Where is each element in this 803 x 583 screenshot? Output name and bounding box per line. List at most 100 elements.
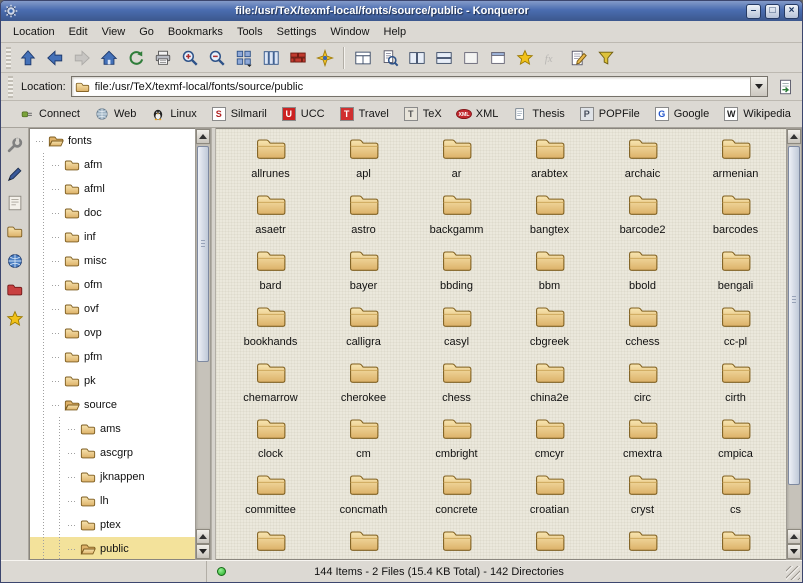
folder-item-arabtex[interactable]: arabtex xyxy=(503,135,596,191)
tree-scroll-up-button[interactable] xyxy=(196,129,210,144)
bookmark-ucc[interactable]: UUCC xyxy=(275,104,331,124)
zoom-out-button[interactable] xyxy=(204,45,230,71)
bookmark-silmaril[interactable]: SSilmaril xyxy=(205,104,273,124)
titlebar[interactable]: file:/usr/TeX/texmf-local/fonts/source/p… xyxy=(1,1,802,21)
theme-button[interactable] xyxy=(312,45,338,71)
folder-item-cirth[interactable]: cirth xyxy=(689,359,782,415)
forward-button[interactable] xyxy=(69,45,95,71)
main-scroll-thumb[interactable] xyxy=(788,146,800,485)
folder-item-cc-pl[interactable]: cc-pl xyxy=(689,303,782,359)
folder-item-apl[interactable]: apl xyxy=(317,135,410,191)
resize-grip[interactable] xyxy=(786,566,800,580)
folder-item-astro[interactable]: astro xyxy=(317,191,410,247)
folder-item-bbding[interactable]: bbding xyxy=(410,247,503,303)
main-scroll-up2-button[interactable] xyxy=(787,529,801,544)
sidebar-home-folder-button[interactable] xyxy=(3,220,27,244)
folder-item-armenian[interactable]: armenian xyxy=(689,135,782,191)
konqueror-icon[interactable] xyxy=(4,4,18,18)
tree-item-source[interactable]: source xyxy=(30,393,195,417)
location-dropdown-button[interactable] xyxy=(750,77,767,96)
find-file-button[interactable] xyxy=(377,45,403,71)
up-button[interactable] xyxy=(15,45,41,71)
folder-item-bangtex[interactable]: bangtex xyxy=(503,191,596,247)
location-toolbar-handle[interactable] xyxy=(8,76,13,98)
tree-item-ams[interactable]: ams xyxy=(30,417,195,441)
bookmark-web[interactable]: Web xyxy=(88,104,142,124)
tree-item-ovp[interactable]: ovp xyxy=(30,321,195,345)
folder-item-bbold[interactable]: bbold xyxy=(596,247,689,303)
sidebar-root-folder-button[interactable] xyxy=(3,278,27,302)
folder-item-archaic[interactable]: archaic xyxy=(596,135,689,191)
folder-item-partial[interactable] xyxy=(317,527,410,560)
folder-item-barcodes[interactable]: barcodes xyxy=(689,191,782,247)
menu-location[interactable]: Location xyxy=(6,23,62,41)
folder-item-partial[interactable] xyxy=(596,527,689,560)
folder-item-calligra[interactable]: calligra xyxy=(317,303,410,359)
folder-item-chess[interactable]: chess xyxy=(410,359,503,415)
folder-item-chemarrow[interactable]: chemarrow xyxy=(224,359,317,415)
new-frame-button[interactable] xyxy=(485,45,511,71)
html-bricks-button[interactable] xyxy=(285,45,311,71)
menu-settings[interactable]: Settings xyxy=(270,23,324,41)
tree-scroll-down-button[interactable] xyxy=(196,544,210,559)
bookmark-connect[interactable]: Connect xyxy=(13,104,86,124)
folder-item-partial[interactable] xyxy=(503,527,596,560)
folder-item-barcode2[interactable]: barcode2 xyxy=(596,191,689,247)
folder-item-bard[interactable]: bard xyxy=(224,247,317,303)
tree-item-ascgrp[interactable]: ascgrp xyxy=(30,441,195,465)
folder-item-casyl[interactable]: casyl xyxy=(410,303,503,359)
reload-button[interactable] xyxy=(123,45,149,71)
folder-item-cmbright[interactable]: cmbright xyxy=(410,415,503,471)
folder-item-partial[interactable] xyxy=(224,527,317,560)
tree-item-pk[interactable]: pk xyxy=(30,369,195,393)
main-scroll-down-button[interactable] xyxy=(787,544,801,559)
location-input[interactable] xyxy=(93,77,750,96)
folder-item-cherokee[interactable]: cherokee xyxy=(317,359,410,415)
folder-item-concmath[interactable]: concmath xyxy=(317,471,410,527)
menu-help[interactable]: Help xyxy=(377,23,414,41)
folder-item-cryst[interactable]: cryst xyxy=(596,471,689,527)
toolbar-handle[interactable] xyxy=(6,47,11,69)
folder-item-allrunes[interactable]: allrunes xyxy=(224,135,317,191)
tree-scroll-track[interactable] xyxy=(196,144,210,529)
folder-item-backgamm[interactable]: backgamm xyxy=(410,191,503,247)
folder-item-croatian[interactable]: croatian xyxy=(503,471,596,527)
print-button[interactable] xyxy=(150,45,176,71)
folder-item-cchess[interactable]: cchess xyxy=(596,303,689,359)
tree-item-afml[interactable]: afml xyxy=(30,177,195,201)
back-button[interactable] xyxy=(42,45,68,71)
tree-item-doc[interactable]: doc xyxy=(30,201,195,225)
tree-item-ptex[interactable]: ptex xyxy=(30,513,195,537)
zoom-in-button[interactable] xyxy=(177,45,203,71)
menu-go[interactable]: Go xyxy=(132,23,161,41)
bookmark-linux[interactable]: Linux xyxy=(144,104,202,124)
maximize-button[interactable]: □ xyxy=(765,4,780,19)
split-view-left-right-button[interactable] xyxy=(404,45,430,71)
sidebar-bookmarks-button[interactable] xyxy=(3,162,27,186)
tree-item-ofm[interactable]: ofm xyxy=(30,273,195,297)
folder-item-clock[interactable]: clock xyxy=(224,415,317,471)
folder-item-committee[interactable]: committee xyxy=(224,471,317,527)
folder-item-ar[interactable]: ar xyxy=(410,135,503,191)
tree-scroll-thumb[interactable] xyxy=(197,146,209,362)
tree-item-jknappen[interactable]: jknappen xyxy=(30,465,195,489)
multicolumn-view-button[interactable] xyxy=(258,45,284,71)
folder-item-partial[interactable] xyxy=(689,527,782,560)
sidebar-history-button[interactable] xyxy=(3,191,27,215)
tree-item-public[interactable]: public xyxy=(30,537,195,560)
folder-item-cs[interactable]: cs xyxy=(689,471,782,527)
tree-item-misc[interactable]: misc xyxy=(30,249,195,273)
bookmark-xml[interactable]: XMLXML xyxy=(450,104,505,124)
folder-item-concrete[interactable]: concrete xyxy=(410,471,503,527)
menu-edit[interactable]: Edit xyxy=(62,23,95,41)
tree-item-fonts[interactable]: fonts xyxy=(30,129,195,153)
effects-button[interactable]: fx xyxy=(539,45,565,71)
tree-item-inf[interactable]: inf xyxy=(30,225,195,249)
sidebar-configure-button[interactable] xyxy=(3,133,27,157)
bookmark-wikipedia[interactable]: WWikipedia xyxy=(717,104,797,124)
folder-item-cmcyr[interactable]: cmcyr xyxy=(503,415,596,471)
edit-page-button[interactable] xyxy=(566,45,592,71)
bookmark-travel[interactable]: TTravel xyxy=(333,104,395,124)
bookmark-popfile[interactable]: PPOPFile xyxy=(573,104,646,124)
folder-item-bbm[interactable]: bbm xyxy=(503,247,596,303)
